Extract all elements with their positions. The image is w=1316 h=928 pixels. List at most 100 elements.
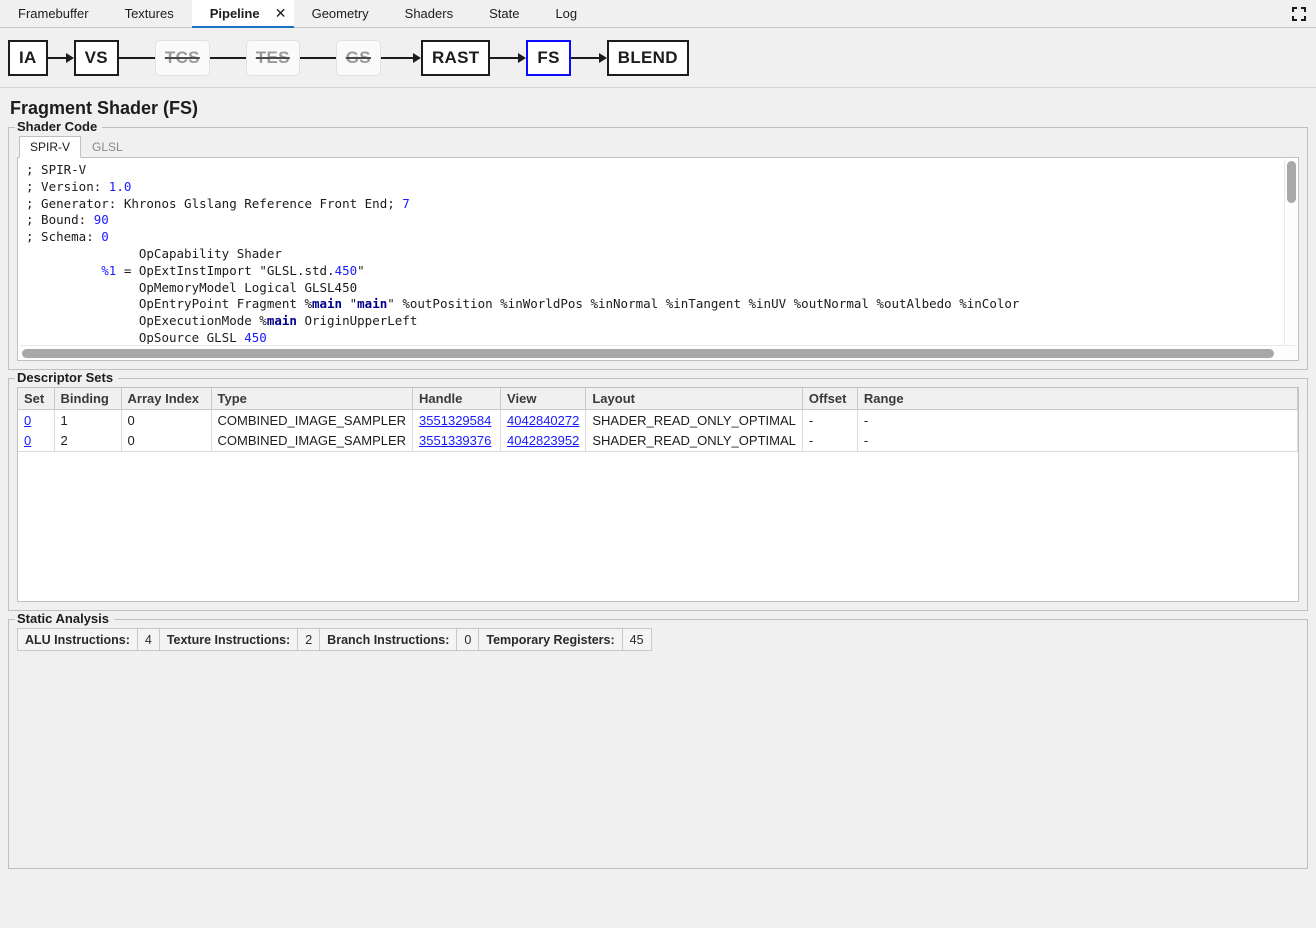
- tab-framebuffer[interactable]: Framebuffer: [0, 0, 107, 27]
- tab-state[interactable]: State: [471, 0, 537, 27]
- code-line: ; Schema: 0: [26, 229, 109, 244]
- cell-handle: 3551329584: [413, 410, 501, 431]
- tab-pipeline[interactable]: Pipeline: [192, 0, 268, 27]
- tab-label: Pipeline: [210, 6, 260, 21]
- metric-value-alu-instructions: 4: [137, 629, 159, 651]
- pipeline-stage-rast[interactable]: RAST: [421, 40, 490, 76]
- tab-shaders[interactable]: Shaders: [387, 0, 471, 27]
- pipeline-stage-vs[interactable]: VS: [74, 40, 119, 76]
- static-analysis-group-title: Static Analysis: [15, 611, 114, 626]
- code-line: OpExecutionMode %main OriginUpperLeft: [26, 313, 417, 328]
- view-link[interactable]: 4042823952: [507, 433, 579, 448]
- pipeline-connector-line: [119, 40, 155, 76]
- tab-label: Geometry: [312, 6, 369, 21]
- code-line: OpEntryPoint Fragment %main "main" %outP…: [26, 296, 1019, 311]
- pipeline-connector-arrow: [571, 40, 607, 76]
- descriptor-sets-group-title: Descriptor Sets: [15, 370, 118, 385]
- spirv-disassembly-text: ; SPIR-V ; Version: 1.0 ; Generator: Khr…: [18, 158, 1298, 344]
- shader-language-tabs: SPIR-V GLSL: [17, 136, 1299, 158]
- tab-label: Textures: [125, 6, 174, 21]
- metric-value-temporary-registers: 45: [622, 629, 651, 651]
- tab-label: Shaders: [405, 6, 453, 21]
- table-row[interactable]: 0 2 0 COMBINED_IMAGE_SAMPLER 3551339376 …: [18, 431, 1298, 452]
- cell-offset: -: [802, 410, 857, 431]
- column-header-range[interactable]: Range: [857, 388, 1297, 410]
- descriptor-sets-table-viewport[interactable]: Set Binding Array Index Type Handle View…: [17, 387, 1299, 602]
- tab-label: Log: [555, 6, 577, 21]
- tab-textures[interactable]: Textures: [107, 0, 192, 27]
- scrollbar-thumb[interactable]: [1287, 161, 1296, 203]
- code-vertical-scrollbar[interactable]: [1284, 159, 1297, 345]
- column-header-handle[interactable]: Handle: [413, 388, 501, 410]
- column-header-array-index[interactable]: Array Index: [121, 388, 211, 410]
- code-line: %1 = OpExtInstImport "GLSL.std.450": [26, 263, 365, 278]
- cell-array-index: 0: [121, 410, 211, 431]
- static-analysis-metrics: ALU Instructions: 4 Texture Instructions…: [17, 628, 652, 651]
- shader-code-viewport[interactable]: ; SPIR-V ; Version: 1.0 ; Generator: Khr…: [17, 157, 1299, 361]
- tab-spirv-label: SPIR-V: [30, 140, 70, 154]
- pipeline-connector-arrow: [490, 40, 526, 76]
- metric-value-texture-instructions: 2: [298, 629, 320, 651]
- stage-label: GS: [346, 48, 371, 68]
- pipeline-connector-arrow: [381, 40, 421, 76]
- pipeline-stage-ia[interactable]: IA: [8, 40, 48, 76]
- pipeline-stage-blend[interactable]: BLEND: [607, 40, 689, 76]
- pipeline-stage-gs[interactable]: GS: [336, 40, 381, 76]
- stage-label: IA: [19, 48, 37, 68]
- close-icon[interactable]: ✕: [268, 0, 294, 27]
- descriptor-sets-group: Descriptor Sets Set Binding Array Index …: [8, 378, 1308, 611]
- tab-glsl-label: GLSL: [92, 140, 123, 154]
- cell-set: 0: [18, 410, 54, 431]
- cell-view: 4042840272: [501, 410, 586, 431]
- set-link[interactable]: 0: [24, 413, 31, 428]
- tab-geometry[interactable]: Geometry: [294, 0, 387, 27]
- code-line: ; Bound: 90: [26, 212, 109, 227]
- static-analysis-table: ALU Instructions: 4 Texture Instructions…: [17, 628, 652, 651]
- tab-log[interactable]: Log: [537, 0, 595, 27]
- descriptor-sets-table: Set Binding Array Index Type Handle View…: [18, 388, 1298, 452]
- tab-glsl[interactable]: GLSL: [81, 136, 134, 158]
- pipeline-connector-arrow: [48, 40, 74, 76]
- stage-detail-panel: Fragment Shader (FS) Shader Code SPIR-V …: [0, 88, 1316, 869]
- metrics-row: ALU Instructions: 4 Texture Instructions…: [18, 629, 652, 651]
- view-link[interactable]: 4042840272: [507, 413, 579, 428]
- stage-label: TCS: [165, 48, 200, 68]
- main-tab-bar: Framebuffer Textures Pipeline ✕ Geometry…: [0, 0, 1316, 28]
- stage-label: VS: [85, 48, 108, 68]
- shader-code-group-title: Shader Code: [15, 119, 102, 134]
- stage-label: BLEND: [618, 48, 678, 68]
- static-analysis-group: Static Analysis ALU Instructions: 4 Text…: [8, 619, 1308, 869]
- column-header-layout[interactable]: Layout: [586, 388, 803, 410]
- fullscreen-expand-icon[interactable]: [1288, 4, 1310, 24]
- cell-binding: 2: [54, 431, 121, 452]
- cell-type: COMBINED_IMAGE_SAMPLER: [211, 410, 413, 431]
- cell-offset: -: [802, 431, 857, 452]
- table-row[interactable]: 0 1 0 COMBINED_IMAGE_SAMPLER 3551329584 …: [18, 410, 1298, 431]
- page-title: Fragment Shader (FS): [10, 98, 1308, 119]
- pipeline-connector-line: [300, 40, 336, 76]
- table-header-row: Set Binding Array Index Type Handle View…: [18, 388, 1298, 410]
- tab-spirv[interactable]: SPIR-V: [19, 136, 81, 158]
- pipeline-connector-line: [210, 40, 246, 76]
- pipeline-stage-fs[interactable]: FS: [526, 40, 570, 76]
- tab-label: State: [489, 6, 519, 21]
- code-line: ; Version: 1.0: [26, 179, 131, 194]
- column-header-type[interactable]: Type: [211, 388, 413, 410]
- cell-type: COMBINED_IMAGE_SAMPLER: [211, 431, 413, 452]
- pipeline-stage-tcs[interactable]: TCS: [155, 40, 210, 76]
- column-header-binding[interactable]: Binding: [54, 388, 121, 410]
- column-header-offset[interactable]: Offset: [802, 388, 857, 410]
- set-link[interactable]: 0: [24, 433, 31, 448]
- pipeline-stage-tes[interactable]: TES: [246, 40, 300, 76]
- metric-label-texture-instructions: Texture Instructions:: [159, 629, 297, 651]
- column-header-view[interactable]: View: [501, 388, 586, 410]
- cell-array-index: 0: [121, 431, 211, 452]
- column-header-set[interactable]: Set: [18, 388, 54, 410]
- cell-binding: 1: [54, 410, 121, 431]
- stage-label: TES: [256, 48, 290, 68]
- handle-link[interactable]: 3551339376: [419, 433, 491, 448]
- scrollbar-thumb[interactable]: [22, 349, 1274, 358]
- handle-link[interactable]: 3551329584: [419, 413, 491, 428]
- cell-set: 0: [18, 431, 54, 452]
- code-horizontal-scrollbar[interactable]: [19, 345, 1297, 359]
